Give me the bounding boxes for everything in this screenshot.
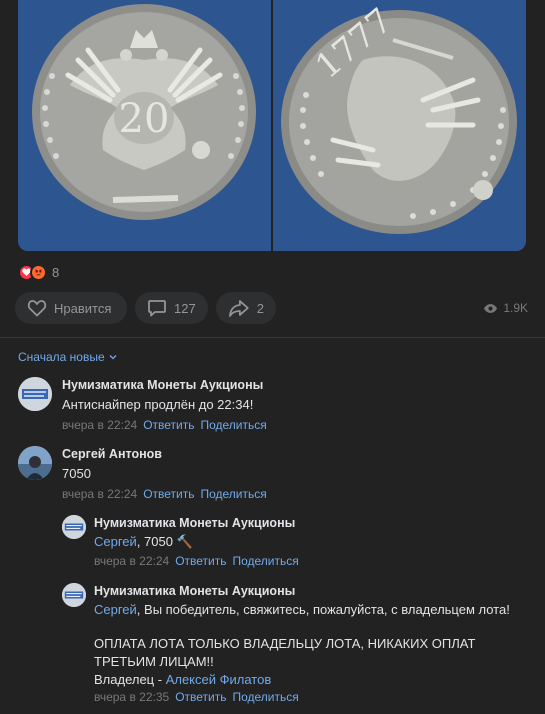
comments-button[interactable]: 127 [135, 292, 208, 324]
comment-owner-line: Владелец - Алексей Филатов [94, 671, 510, 688]
comment-author[interactable]: Нумизматика Монеты Аукционы [94, 515, 299, 531]
comment-text: 7050 [62, 466, 91, 481]
comment-text: Сергей, Вы победитель, свяжитесь, пожалу… [94, 601, 510, 618]
comment-author[interactable]: Нумизматика Монеты Аукционы [62, 377, 267, 393]
comment-text: Сергей, 7050 🔨 [94, 533, 299, 550]
coin-photo-obverse[interactable]: 20 [18, 0, 271, 251]
comment-author[interactable]: Нумизматика Монеты Аукционы [94, 583, 510, 599]
share-link[interactable]: Поделиться [232, 554, 298, 568]
reply-link[interactable]: Ответить [143, 487, 194, 501]
comment-meta: вчера в 22:24 Ответить Поделиться [94, 553, 299, 569]
comment-time[interactable]: вчера в 22:24 [62, 418, 137, 432]
reply-comment-item: Нумизматика Монеты Аукционы Сергей, Вы п… [62, 583, 532, 711]
views-count: 1.9K [503, 301, 528, 315]
comment-meta: вчера в 22:35 Ответить Поделиться [94, 689, 510, 705]
comment-item: Нумизматика Монеты Аукционы Антиснайпер … [18, 377, 528, 435]
section-divider [0, 337, 545, 338]
sort-label: Сначала новые [18, 350, 105, 364]
share-arrow-icon [229, 300, 249, 317]
comment-time[interactable]: вчера в 22:24 [94, 554, 169, 568]
share-button[interactable]: 2 [216, 292, 276, 324]
comment-text-line: ОПЛАТА ЛОТА ТОЛЬКО ВЛАДЕЛЬЦУ ЛОТА, НИКАК… [94, 636, 476, 651]
reply-comment-item: Нумизматика Монеты Аукционы Сергей, 7050… [62, 515, 532, 573]
avatar[interactable] [18, 446, 52, 480]
reply-link[interactable]: Ответить [175, 554, 226, 568]
comment-icon [148, 300, 166, 317]
group-avatar-icon [62, 515, 86, 539]
angry-reaction-icon [30, 263, 47, 281]
coin-reverse-image: 1777 [273, 0, 526, 251]
comment-text-body: , 7050 🔨 [136, 534, 193, 549]
reply-link[interactable]: Ответить [143, 418, 194, 432]
share-link[interactable]: Поделиться [200, 487, 266, 501]
mention-link[interactable]: Сергей [94, 602, 137, 617]
avatar[interactable] [62, 583, 86, 607]
comments-sort-dropdown[interactable]: Сначала новые [18, 350, 117, 364]
comment-meta: вчера в 22:24 Ответить Поделиться [62, 417, 267, 433]
svg-text:20: 20 [119, 96, 170, 142]
share-link[interactable]: Поделиться [200, 418, 266, 432]
chevron-down-icon [109, 355, 117, 360]
comment-time[interactable]: вчера в 22:24 [62, 487, 137, 501]
coin-photo-reverse[interactable]: 1777 [273, 0, 526, 251]
group-avatar-icon [18, 377, 52, 411]
heart-outline-icon [27, 300, 47, 317]
like-button[interactable]: Нравится [15, 292, 127, 324]
comment-text-line: ТРЕТЬИМ ЛИЦАМ!! [94, 654, 214, 669]
group-avatar-icon [62, 583, 86, 607]
comment-item: Сергей Антонов 7050 вчера в 22:24 Ответит… [18, 446, 528, 504]
post-photos: 20 1777 [18, 0, 526, 251]
coin-obverse-image: 20 [18, 0, 271, 251]
views-counter: 1.9K [483, 292, 528, 324]
owner-prefix: Владелец - [94, 672, 166, 687]
reply-link[interactable]: Ответить [175, 690, 226, 704]
shares-count: 2 [256, 300, 264, 316]
avatar[interactable] [62, 515, 86, 539]
post-action-bar: Нравится 127 2 1.9K [15, 292, 530, 324]
comment-meta: вчера в 22:24 Ответить Поделиться [62, 486, 267, 502]
avatar[interactable] [18, 377, 52, 411]
comment-author[interactable]: Сергей Антонов [62, 446, 267, 462]
reactions-summary[interactable]: 8 [18, 263, 59, 281]
mention-link[interactable]: Сергей [94, 534, 137, 549]
comment-text: Антиснайпер продлён до 22:34! [62, 397, 254, 412]
owner-link[interactable]: Алексей Филатов [166, 672, 272, 687]
comment-time[interactable]: вчера в 22:35 [94, 690, 169, 704]
share-link[interactable]: Поделиться [232, 690, 298, 704]
user-avatar-icon [18, 446, 52, 480]
like-label: Нравится [54, 300, 112, 316]
reactions-count: 8 [52, 264, 60, 280]
comments-count: 127 [174, 300, 196, 316]
eye-icon [484, 303, 498, 313]
comment-text-body: , Вы победитель, свяжитесь, пожалуйста, … [136, 602, 510, 617]
